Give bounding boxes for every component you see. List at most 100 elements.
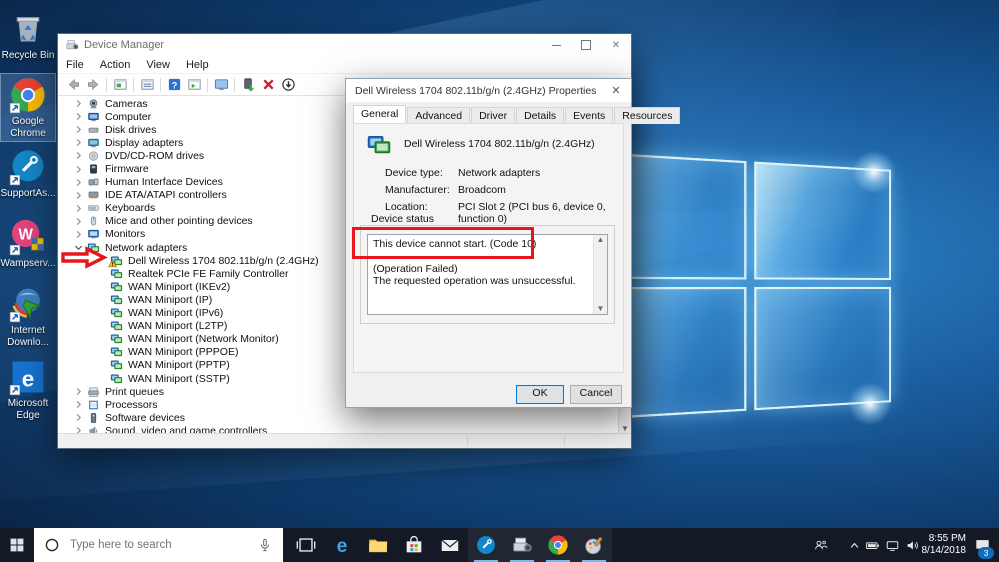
tab-general[interactable]: General [353,105,407,124]
clock-date: 8/14/2018 [921,545,967,556]
title-bar[interactable]: Device Manager [58,34,631,56]
computer-icon [87,111,100,123]
taskbar-app-paint[interactable] [576,528,612,562]
desktop-icon-wampserver[interactable]: W Wampserv... [1,216,56,272]
desktop-icon-recycle-bin[interactable]: Recycle Bin [1,8,55,64]
tab-advanced[interactable]: Advanced [407,107,471,124]
hid-icon [87,176,100,188]
tray-people-icon[interactable] [810,528,830,562]
tray-battery-icon[interactable] [862,528,882,562]
toolbar-separator [106,77,107,92]
export-list-icon[interactable] [137,76,157,94]
chevron-right-icon[interactable] [73,164,87,175]
show-items-icon[interactable] [184,76,204,94]
menu-item-view[interactable]: View [138,59,178,71]
desktop-icon-google-chrome[interactable]: Google Chrome [0,73,56,142]
menu-item-help[interactable]: Help [178,59,217,71]
google-chrome-icon [9,76,47,114]
maximize-icon[interactable] [571,34,601,56]
status-bar-divider [564,436,565,446]
chevron-right-icon[interactable] [73,190,87,201]
scroll-up-icon[interactable]: ▲ [597,235,605,245]
taskbar-app-supportassist[interactable] [468,528,504,562]
tab-driver[interactable]: Driver [471,107,516,124]
taskbar: e 8:55 PM 8/14/2018 3 [0,528,999,562]
tree-item[interactable]: Software devices [58,411,619,424]
microphone-icon[interactable] [257,537,273,553]
tray-volume-icon[interactable] [902,528,922,562]
tree-item-label: Computer [105,110,152,123]
desktop-icon-internet-download-manager[interactable]: Internet Downlo... [1,283,55,350]
desktop-icon-supportassist[interactable]: SupportAs... [0,146,56,202]
tree-item-label: Software devices [105,411,185,424]
taskbar-clock[interactable]: 8:55 PM 8/14/2018 [920,528,967,562]
ok-button[interactable]: OK [516,385,564,404]
dialog-title: Dell Wireless 1704 802.11b/g/n (2.4GHz) … [355,84,597,97]
tree-item-label: Print queues [105,385,164,398]
back-icon[interactable] [63,76,83,94]
uninstall-device-icon[interactable] [258,76,278,94]
taskbar-app-edge[interactable]: e [324,528,360,562]
chevron-right-icon[interactable] [73,412,87,423]
field-value: PCI Slot 2 (PCI bus 6, device 0, functio… [458,201,606,225]
close-icon[interactable] [601,34,631,56]
chevron-right-icon[interactable] [73,124,87,135]
taskbar-app-mail[interactable] [432,528,468,562]
tab-events[interactable]: Events [565,107,614,124]
keyboard-icon [87,202,100,214]
tree-item-label: Monitors [105,228,146,241]
network-icon [110,373,123,385]
chevron-right-icon[interactable] [73,386,87,397]
minimize-icon[interactable] [541,34,571,56]
dialog-close-icon[interactable]: ✕ [601,84,631,97]
forward-icon[interactable] [83,76,103,94]
chevron-right-icon[interactable] [73,111,87,122]
computer-icon[interactable] [211,76,231,94]
cancel-button[interactable]: Cancel [570,385,622,404]
chevron-right-icon[interactable] [73,98,87,109]
field-label: Location: [385,201,428,213]
notification-badge: 3 [978,547,994,559]
taskbar-app-chrome[interactable] [540,528,576,562]
recycle-bin-icon [9,10,47,48]
toolbar-separator [133,77,134,92]
taskbar-app-file-explorer[interactable] [360,528,396,562]
tree-item-label: Human Interface Devices [105,176,223,189]
search-input[interactable] [68,538,257,552]
update-driver-icon[interactable] [238,76,258,94]
network-icon [110,346,123,358]
tray-network-icon[interactable] [882,528,902,562]
tree-item-label: Keyboards [105,202,156,215]
desktop-icon-label: Microsoft Edge [7,398,49,421]
network-adapter-icon [364,133,394,157]
chevron-right-icon[interactable] [73,216,87,227]
action-center-button[interactable]: 3 [968,528,996,562]
field-value: Network adapters [458,167,541,179]
chevron-right-icon[interactable] [73,150,87,161]
window-title: Device Manager [84,39,165,51]
menu-item-file[interactable]: File [58,59,92,71]
scroll-down-icon[interactable]: ▼ [597,304,605,314]
menu-item-action[interactable]: Action [92,59,139,71]
software-icon [87,412,100,424]
chevron-right-icon[interactable] [73,177,87,188]
taskbar-app-store[interactable] [396,528,432,562]
chevron-right-icon[interactable] [73,229,87,240]
help-icon[interactable]: ? [164,76,184,94]
start-button[interactable] [0,528,34,562]
dialog-title-bar[interactable]: Dell Wireless 1704 802.11b/g/n (2.4GHz) … [346,79,631,102]
taskbar-app-device-manager[interactable] [504,528,540,562]
console-window-icon[interactable] [110,76,130,94]
chevron-right-icon[interactable] [73,137,87,148]
network-icon [110,359,123,371]
taskbar-search[interactable] [34,528,283,562]
tray-chevron-up-icon[interactable] [844,528,864,562]
scan-hardware-icon[interactable] [278,76,298,94]
desktop-icon-microsoft-edge[interactable]: e Microsoft Edge [1,356,55,423]
taskbar-app-task-view[interactable] [288,528,324,562]
chevron-right-icon[interactable] [73,399,87,410]
chevron-right-icon[interactable] [73,203,87,214]
status-scrollbar[interactable]: ▲ ▼ [593,235,607,314]
tab-resources[interactable]: Resources [614,107,681,124]
tab-details[interactable]: Details [516,107,565,124]
